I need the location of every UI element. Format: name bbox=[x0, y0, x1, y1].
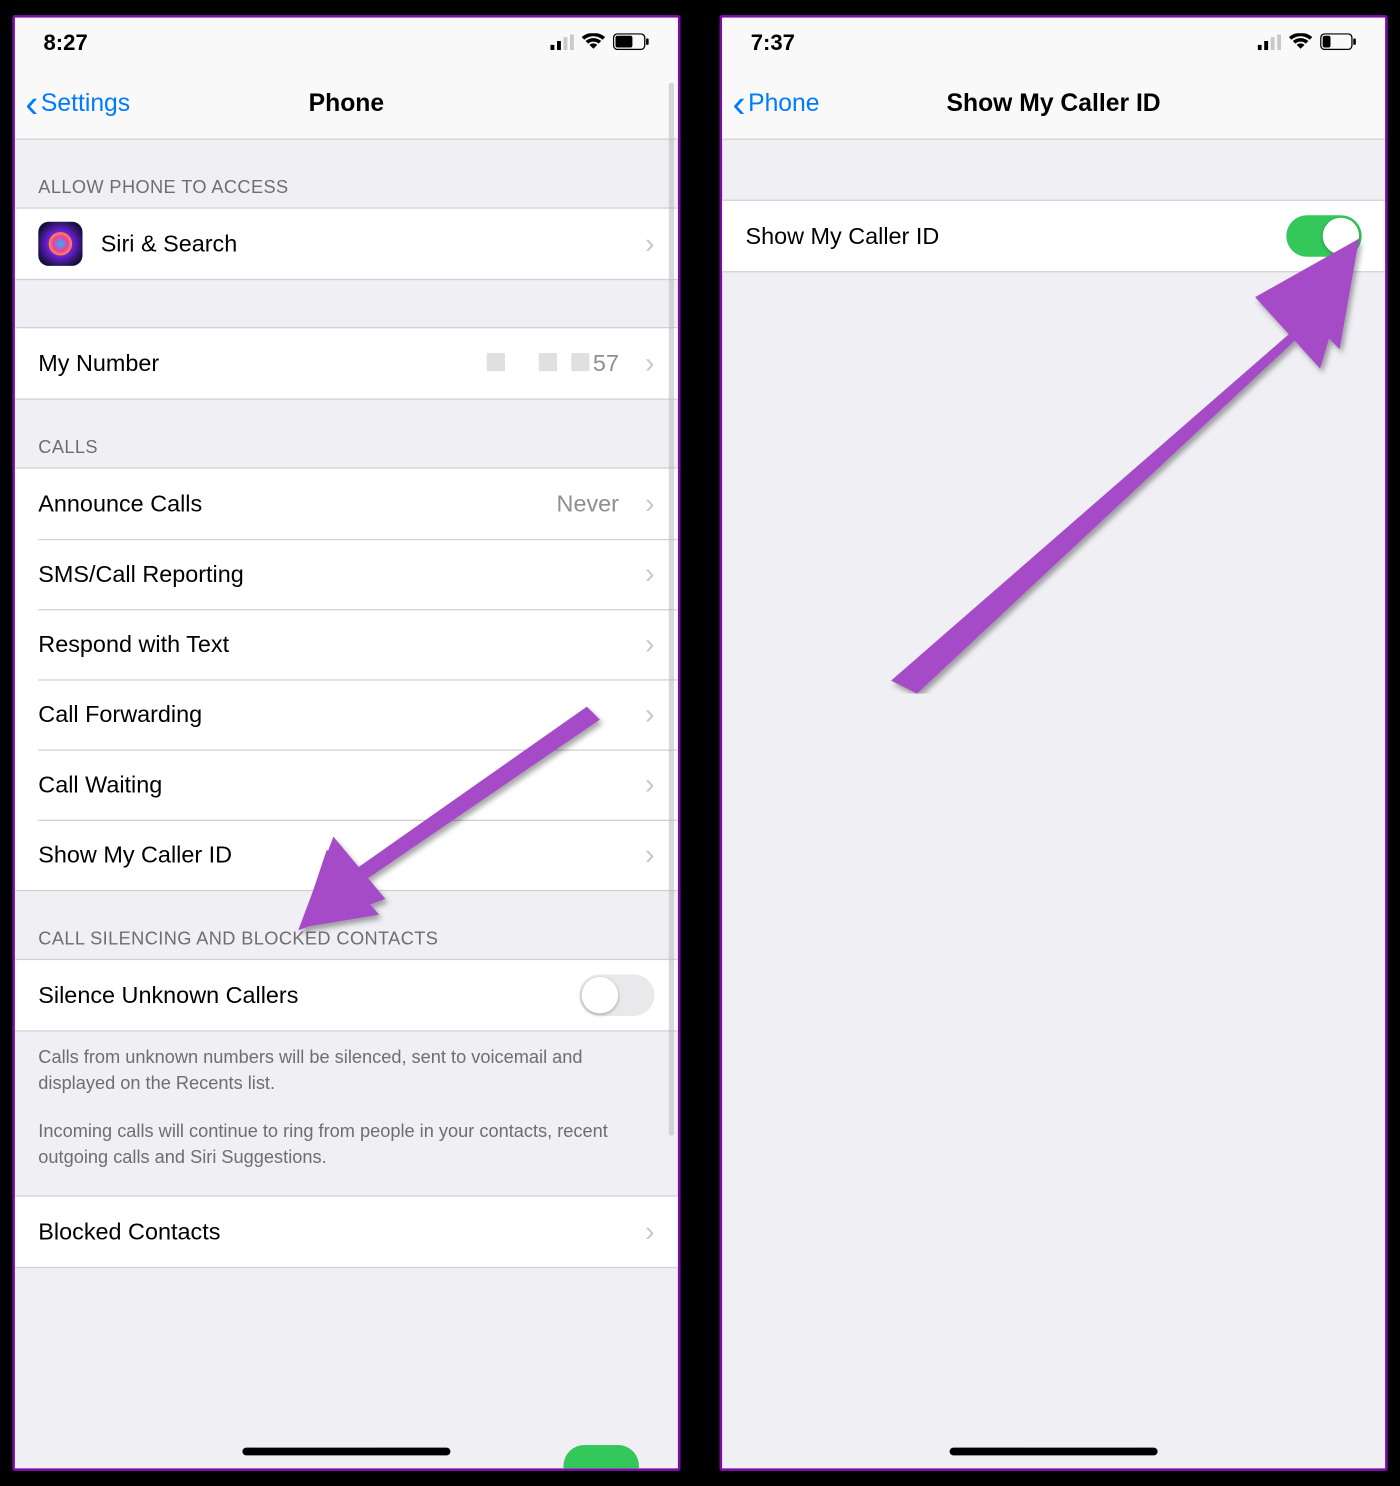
battery-icon bbox=[613, 33, 649, 55]
phone-screen-phone-settings: 8:27 ‹ Settings Phone ALLOW PHONE TO ACC… bbox=[12, 15, 680, 1471]
section-header-silencing: CALL SILENCING AND BLOCKED CONTACTS bbox=[15, 891, 678, 959]
row-call-waiting[interactable]: Call Waiting › bbox=[15, 750, 678, 820]
row-label: Show My Caller ID bbox=[38, 841, 632, 868]
back-label: Phone bbox=[748, 90, 819, 119]
group-access: Siri & Search › bbox=[15, 207, 678, 280]
row-label: Show My Caller ID bbox=[746, 222, 1287, 249]
row-label: Respond with Text bbox=[38, 631, 632, 658]
status-time: 8:27 bbox=[44, 31, 88, 57]
section-footer-text-2: Incoming calls will continue to ring fro… bbox=[15, 1103, 678, 1196]
signal-icon bbox=[1258, 33, 1281, 55]
row-my-number[interactable]: My Number 57 › bbox=[15, 328, 678, 398]
nav-bar: ‹ Settings Phone bbox=[15, 70, 678, 140]
nav-title: Show My Caller ID bbox=[722, 90, 1385, 119]
chevron-right-icon: › bbox=[645, 698, 655, 732]
row-label: My Number bbox=[38, 350, 482, 377]
toggle-silence-unknown-callers[interactable] bbox=[579, 974, 654, 1016]
chevron-left-icon: ‹ bbox=[25, 85, 38, 124]
row-silence-unknown-callers[interactable]: Silence Unknown Callers bbox=[15, 960, 678, 1030]
back-label: Settings bbox=[41, 90, 130, 119]
home-indicator[interactable] bbox=[242, 1448, 450, 1456]
group-blocked: Blocked Contacts › bbox=[15, 1196, 678, 1269]
home-indicator[interactable] bbox=[950, 1448, 1158, 1456]
chevron-right-icon: › bbox=[645, 627, 655, 661]
chevron-right-icon: › bbox=[645, 557, 655, 591]
row-label: Announce Calls bbox=[38, 490, 556, 517]
row-label: SMS/Call Reporting bbox=[38, 560, 632, 587]
back-button[interactable]: ‹ Phone bbox=[722, 85, 819, 124]
group-silence: Silence Unknown Callers bbox=[15, 959, 678, 1032]
chevron-right-icon: › bbox=[645, 1215, 655, 1249]
group-caller-id: Show My Caller ID bbox=[722, 200, 1385, 273]
group-my-number: My Number 57 › bbox=[15, 327, 678, 400]
row-label: Call Forwarding bbox=[38, 701, 632, 728]
status-icons bbox=[551, 33, 650, 55]
row-value: Never bbox=[557, 490, 619, 517]
chevron-right-icon: › bbox=[645, 347, 655, 381]
row-respond-with-text[interactable]: Respond with Text › bbox=[15, 609, 678, 679]
chevron-right-icon: › bbox=[645, 227, 655, 261]
wifi-icon bbox=[1289, 33, 1312, 55]
siri-icon bbox=[38, 222, 82, 266]
toggle-show-my-caller-id[interactable] bbox=[1286, 215, 1361, 257]
chevron-left-icon: ‹ bbox=[733, 85, 746, 124]
nav-bar: ‹ Phone Show My Caller ID bbox=[722, 70, 1385, 140]
row-show-my-caller-id[interactable]: Show My Caller ID › bbox=[15, 820, 678, 890]
wifi-icon bbox=[582, 33, 605, 55]
row-announce-calls[interactable]: Announce Calls Never › bbox=[15, 469, 678, 539]
row-siri-search[interactable]: Siri & Search › bbox=[15, 209, 678, 279]
back-button[interactable]: ‹ Settings bbox=[15, 85, 130, 124]
phone-screen-caller-id: 7:37 ‹ Phone Show My Caller ID bbox=[720, 15, 1388, 1471]
row-blocked-contacts[interactable]: Blocked Contacts › bbox=[15, 1197, 678, 1267]
section-header-calls: CALLS bbox=[15, 400, 678, 468]
section-header-access: ALLOW PHONE TO ACCESS bbox=[15, 140, 678, 208]
scrollbar[interactable] bbox=[669, 83, 674, 1136]
annotation-arrow-icon bbox=[865, 226, 1372, 694]
status-bar: 7:37 bbox=[722, 18, 1385, 70]
row-call-forwarding[interactable]: Call Forwarding › bbox=[15, 679, 678, 749]
row-label: Siri & Search bbox=[101, 230, 632, 257]
row-sms-call-reporting[interactable]: SMS/Call Reporting › bbox=[15, 539, 678, 609]
battery-icon bbox=[1320, 33, 1356, 55]
row-show-my-caller-id-toggle[interactable]: Show My Caller ID bbox=[722, 201, 1385, 271]
status-time: 7:37 bbox=[751, 31, 795, 57]
chevron-right-icon: › bbox=[645, 768, 655, 802]
row-label: Blocked Contacts bbox=[38, 1219, 632, 1246]
row-value: 57 bbox=[482, 350, 619, 377]
section-footer-text: Calls from unknown numbers will be silen… bbox=[15, 1032, 678, 1104]
chevron-right-icon: › bbox=[645, 487, 655, 521]
group-calls: Announce Calls Never › SMS/Call Reportin… bbox=[15, 467, 678, 891]
partial-toggle-peek bbox=[564, 1445, 639, 1468]
row-label: Silence Unknown Callers bbox=[38, 982, 579, 1009]
signal-icon bbox=[551, 33, 574, 55]
row-label: Call Waiting bbox=[38, 771, 632, 798]
chevron-right-icon: › bbox=[645, 838, 655, 872]
status-bar: 8:27 bbox=[15, 18, 678, 70]
status-icons bbox=[1258, 33, 1357, 55]
